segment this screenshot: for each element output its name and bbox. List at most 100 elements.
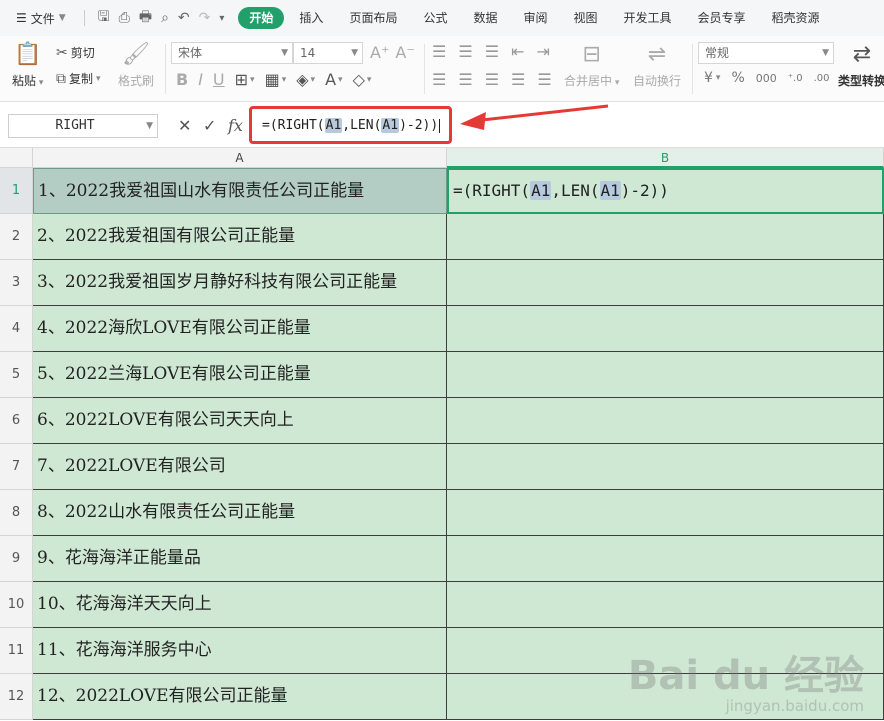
cell-b7[interactable] [447,444,884,490]
percent-icon[interactable]: % [731,70,744,86]
justify-icon[interactable]: ☰ [511,70,525,89]
confirm-icon[interactable]: ✓ [203,114,216,138]
tab-data[interactable]: 数据 [460,7,510,29]
cell-a1[interactable]: 1、2022我爱祖国山水有限责任公司正能量 [33,168,447,214]
cell-b3[interactable] [447,260,884,306]
row-header[interactable]: 1 [0,168,33,214]
row-header[interactable]: 4 [0,306,33,352]
insert-function-icon[interactable]: fx [228,114,243,138]
italic-icon[interactable]: I [198,70,203,89]
currency-icon[interactable]: ¥ [704,70,713,86]
cell-a6[interactable]: 6、2022LOVE有限公司天天向上 [33,398,447,444]
cell-a8[interactable]: 8、2022山水有限责任公司正能量 [33,490,447,536]
bold-icon[interactable]: B [176,70,188,89]
row-header[interactable]: 8 [0,490,33,536]
decrease-font-icon[interactable]: A⁻ [395,43,414,62]
save-icon[interactable]: 🖫 [98,6,110,30]
increase-decimal-icon[interactable]: ⁺.0 [788,73,803,84]
font-name-select[interactable]: 宋体 ▼ [171,42,293,64]
cell-a5[interactable]: 5、2022兰海LOVE有限公司正能量 [33,352,447,398]
cell-b10[interactable] [447,582,884,628]
clear-format-icon[interactable]: ◇ [353,70,365,89]
customize-chevron-icon[interactable]: ▾ [219,13,224,24]
quick-access-toolbar: 🖫 ⎙ 🖶 ⌕ ↶ ↷ ▾ [80,6,224,30]
number-format-select[interactable]: 常规 ▼ [698,42,834,64]
format-painter-button[interactable]: 🖌 格式刷 [118,40,154,89]
cell-a7[interactable]: 7、2022LOVE有限公司 [33,444,447,490]
cell-a9[interactable]: 9、花海海洋正能量品 [33,536,447,582]
underline-icon[interactable]: U [213,70,225,89]
cell-a2[interactable]: 2、2022我爱祖国有限公司正能量 [33,214,447,260]
copy-button[interactable]: ⧉ 复制 ▾ [56,70,101,87]
outdent-icon[interactable]: ⇤ [511,42,524,61]
row-header[interactable]: 7 [0,444,33,490]
cell-b9[interactable] [447,536,884,582]
tab-page-layout[interactable]: 页面布局 [336,7,410,29]
cell-b1-editing[interactable]: =(RIGHT(A1,LEN(A1)-2)) [447,168,884,214]
tab-view[interactable]: 视图 [561,7,611,29]
align-left-icon[interactable]: ☰ [432,70,446,89]
align-top-icon[interactable]: ☰ [432,42,446,61]
name-box[interactable]: RIGHT ▼ [8,114,158,138]
tab-review[interactable]: 审阅 [510,7,560,29]
cut-button[interactable]: ✂ 剪切 [56,44,95,61]
tab-docer[interactable]: 稻壳资源 [759,7,833,29]
align-right-icon[interactable]: ☰ [485,70,499,89]
indent-icon[interactable]: ⇥ [536,42,549,61]
tab-home[interactable]: 开始 [238,7,285,29]
table-row: 7 7、2022LOVE有限公司 [0,444,884,490]
font-color-icon[interactable]: A [325,70,336,89]
tab-insert[interactable]: 插入 [286,7,336,29]
align-center-icon[interactable]: ☰ [458,70,472,89]
cell-a3[interactable]: 3、2022我爱祖国岁月静好科技有限公司正能量 [33,260,447,306]
cell-formula-prefix: =(RIGHT( [453,181,531,200]
cancel-icon[interactable]: ✕ [178,114,191,138]
distribute-icon[interactable]: ☰ [537,70,551,89]
print-preview-icon[interactable]: ⌕ [161,10,169,26]
file-menu[interactable]: ☰ 文件 ▼ [16,10,66,27]
row-header[interactable]: 11 [0,628,33,674]
row-header[interactable]: 10 [0,582,33,628]
tab-formulas[interactable]: 公式 [410,7,460,29]
formula-input[interactable]: =(RIGHT(A1,LEN(A1)-2)) [254,114,880,138]
row-header[interactable]: 6 [0,398,33,444]
row-header[interactable]: 5 [0,352,33,398]
font-size-select[interactable]: 14 ▼ [293,42,363,64]
align-middle-icon[interactable]: ☰ [458,42,472,61]
row-header[interactable]: 2 [0,214,33,260]
select-all-corner[interactable] [0,148,33,168]
paste-button[interactable]: 📋 粘贴 ▾ [12,40,43,89]
column-header-b[interactable]: B [447,148,884,168]
cell-a12[interactable]: 12、2022LOVE有限公司正能量 [33,674,447,720]
tab-developer[interactable]: 开发工具 [611,7,685,29]
cell-a11[interactable]: 11、花海海洋服务中心 [33,628,447,674]
merge-center-button[interactable]: ⊟ 合并居中 ▾ [564,40,619,89]
print-icon[interactable]: 🖶 [139,6,152,30]
cell-b6[interactable] [447,398,884,444]
align-bottom-icon[interactable]: ☰ [485,42,499,61]
cell-b11[interactable] [447,628,884,674]
export-icon[interactable]: ⎙ [119,10,130,26]
cell-b2[interactable] [447,214,884,260]
fill-pattern-icon[interactable]: ▦ [265,70,280,89]
tab-member[interactable]: 会员专享 [685,7,759,29]
decrease-decimal-icon[interactable]: .00 [814,73,830,84]
cell-a4[interactable]: 4、2022海欣LOVE有限公司正能量 [33,306,447,352]
type-convert-button[interactable]: ⇄ 类型转换 [838,40,884,89]
row-header[interactable]: 3 [0,260,33,306]
cell-b8[interactable] [447,490,884,536]
row-header[interactable]: 9 [0,536,33,582]
cell-b4[interactable] [447,306,884,352]
column-header-a[interactable]: A [33,148,447,168]
cell-b12[interactable] [447,674,884,720]
fill-color-icon[interactable]: ◈ [296,70,308,89]
undo-icon[interactable]: ↶ [178,10,190,26]
redo-icon[interactable]: ↷ [199,10,211,26]
thousands-icon[interactable]: 000 [756,72,777,85]
increase-font-icon[interactable]: A⁺ [370,43,389,62]
borders-icon[interactable]: ⊞ [235,70,248,89]
cell-b5[interactable] [447,352,884,398]
row-header[interactable]: 12 [0,674,33,720]
cell-a10[interactable]: 10、花海海洋天天向上 [33,582,447,628]
wrap-text-button[interactable]: ⇌ 自动换行 [633,40,681,89]
